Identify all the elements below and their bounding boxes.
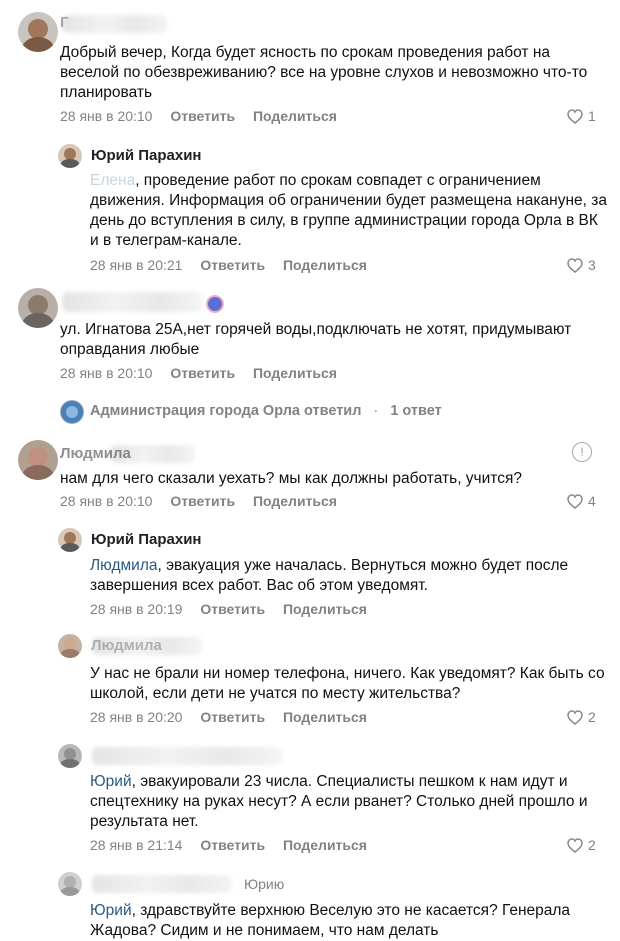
comment-text: Елена, проведение работ по срокам совпад…	[90, 171, 610, 251]
avatar[interactable]	[58, 528, 82, 552]
avatar[interactable]	[58, 144, 82, 168]
mention-link[interactable]: Людмила	[90, 557, 157, 574]
comment-text: Добрый вечер, Когда будет ясность по сро…	[60, 44, 588, 101]
comment-date[interactable]: 28 янв в 21:14	[90, 837, 182, 853]
comment-date[interactable]: 28 янв в 20:10	[60, 365, 152, 381]
comment-meta: 28 янв в 20:20 Ответить Поделиться	[90, 709, 381, 725]
like-button[interactable]: 3	[567, 257, 596, 273]
reply-button[interactable]: Ответить	[170, 365, 235, 381]
comment-date[interactable]: 28 янв в 20:21	[90, 257, 182, 273]
like-count: 4	[588, 493, 596, 509]
mention-link[interactable]: Елена	[90, 172, 135, 189]
mention-link[interactable]: Юрий	[90, 902, 132, 919]
reply-button[interactable]: Ответить	[200, 837, 265, 853]
share-button[interactable]: Поделиться	[283, 709, 367, 725]
blurred-author	[92, 747, 282, 765]
comment-meta: 28 янв в 21:14 Ответить Поделиться	[90, 837, 381, 853]
comment-text: Людмила, эвакуация уже началась. Вернуть…	[90, 556, 610, 596]
share-button[interactable]: Поделиться	[283, 601, 367, 617]
share-button[interactable]: Поделиться	[283, 837, 367, 853]
comment-meta: 28 янв в 20:21 Ответить Поделиться	[90, 257, 381, 273]
like-count: 2	[588, 837, 596, 853]
like-count: 2	[588, 709, 596, 725]
avatar[interactable]	[18, 440, 58, 480]
avatar[interactable]	[58, 872, 82, 896]
author-name[interactable]: Юрий Парахин	[91, 147, 202, 164]
share-button[interactable]: Поделиться	[253, 108, 337, 124]
heart-outline-icon	[567, 258, 583, 273]
blurred-author	[62, 15, 167, 33]
avatar[interactable]	[18, 12, 58, 52]
like-button[interactable]: 4	[567, 493, 596, 509]
reply-button[interactable]: Ответить	[170, 493, 235, 509]
heart-outline-icon	[567, 494, 583, 509]
comment-meta: 28 янв в 20:10 Ответить Поделиться	[60, 493, 351, 509]
share-button[interactable]: Поделиться	[253, 493, 337, 509]
thread-label[interactable]: Администрация города Орла ответил	[90, 403, 361, 419]
mention-link[interactable]: Юрий	[90, 773, 132, 790]
share-button[interactable]: Поделиться	[253, 365, 337, 381]
like-count: 3	[588, 257, 596, 273]
reply-text: , проведение работ по срокам совпадет с …	[90, 172, 607, 249]
comment-text: нам для чего сказали уехать? мы как долж…	[60, 470, 522, 487]
avatar[interactable]	[18, 288, 58, 328]
like-count: 1	[588, 108, 596, 124]
avatar[interactable]	[58, 744, 82, 768]
like-button[interactable]: 2	[567, 709, 596, 725]
comment-meta: 28 янв в 20:10 Ответить Поделиться	[60, 365, 351, 381]
comment-date[interactable]: 28 янв в 20:10	[60, 493, 152, 509]
heart-outline-icon	[567, 838, 583, 853]
comment-date[interactable]: 28 янв в 20:20	[90, 709, 182, 725]
heart-outline-icon	[567, 710, 583, 725]
thread-count[interactable]: 1 ответ	[390, 403, 441, 419]
comment-text: У нас не брали ни номер телефона, ничего…	[90, 665, 605, 702]
reply-text: , эвакуация уже началась. Вернуться можн…	[90, 557, 569, 594]
share-button[interactable]: Поделиться	[283, 257, 367, 273]
author-name[interactable]: Г	[60, 14, 69, 31]
reply-button[interactable]: Ответить	[170, 108, 235, 124]
author-name[interactable]: Людмила	[91, 637, 162, 654]
comment-date[interactable]: 28 янв в 20:10	[60, 108, 152, 124]
heart-outline-icon	[567, 109, 583, 124]
reply-text: , эвакуировали 23 числа. Специалисты пеш…	[90, 773, 588, 830]
comment-text: Юрий, эвакуировали 23 числа. Специалисты…	[90, 772, 610, 832]
like-button[interactable]: 2	[567, 837, 596, 853]
reply-button[interactable]: Ответить	[200, 709, 265, 725]
avatar[interactable]	[58, 634, 82, 658]
like-button[interactable]: 1	[567, 108, 596, 124]
blurred-author	[62, 292, 202, 312]
reply-to-label[interactable]: Юрию	[244, 876, 284, 892]
admin-logo-icon	[60, 400, 84, 424]
reply-button[interactable]: Ответить	[200, 257, 265, 273]
author-name[interactable]: Людмила	[60, 445, 131, 462]
comment-date[interactable]: 28 янв в 20:19	[90, 601, 182, 617]
comment-text: ул. Игнатова 25А,нет горячей воды,подклю…	[60, 321, 572, 358]
exclamation-circle-icon[interactable]: !	[572, 442, 592, 462]
verified-badge-icon	[206, 295, 224, 313]
comment-meta: 28 янв в 20:10 Ответить Поделиться	[60, 108, 351, 124]
blurred-author	[92, 875, 232, 893]
comment-text: Юрий, здравствуйте верхнюю Веселую это н…	[90, 901, 610, 941]
author-name[interactable]: Юрий Парахин	[91, 531, 202, 548]
reply-text: , здравствуйте верхнюю Веселую это не ка…	[90, 902, 571, 939]
reply-button[interactable]: Ответить	[200, 601, 265, 617]
comment-meta: 28 янв в 20:19 Ответить Поделиться	[90, 601, 381, 617]
